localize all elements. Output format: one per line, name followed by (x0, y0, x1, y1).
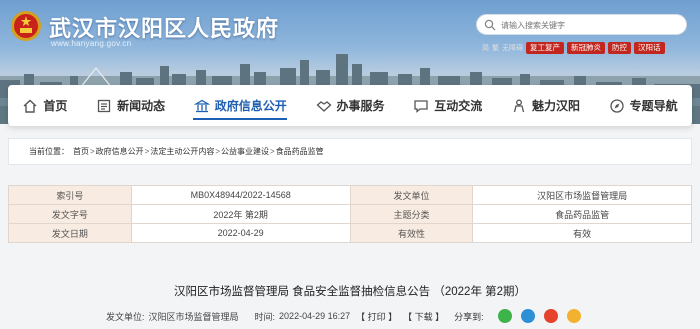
accessibility-link[interactable]: 无障碍 (502, 43, 523, 53)
person-icon (513, 99, 525, 112)
nav-label: 专题导航 (629, 99, 678, 113)
table-row: 发文字号 2022年 第2期 主题分类 食品药品监管 (8, 204, 692, 224)
quick-link-prevention[interactable]: 防控 (608, 42, 631, 54)
search-icon[interactable] (484, 19, 496, 31)
lang-traditional-link[interactable]: 繁 (492, 43, 499, 53)
nav-label: 魅力汉阳 (531, 99, 580, 113)
article-meta: 发文单位: 汉阳区市场监督管理局 时间: 2022-04-29 16:27 【 … (106, 309, 581, 323)
breadcrumb-separator: > (270, 147, 275, 156)
meta-value: 2022年 第2期 (130, 204, 351, 224)
breadcrumb: 当前位置： 首页 > 政府信息公开 > 法定主动公开内容 > 公益事业建设 > … (8, 138, 692, 165)
compass-icon (610, 98, 624, 113)
meta-value: 2022-04-29 (130, 223, 351, 243)
nav-home[interactable]: 首页 (8, 85, 82, 126)
meta-value: 汉阳区市场监督管理局 (472, 185, 692, 205)
meta-key: 索引号 (8, 185, 132, 205)
print-button[interactable]: 【 打印 】 (356, 310, 397, 323)
meta-key: 主题分类 (349, 204, 474, 224)
nav-label: 政府信息公开 (214, 99, 287, 113)
meta-value: MB0X48944/2022-14568 (130, 185, 351, 205)
breadcrumb-separator: > (215, 147, 221, 156)
breadcrumb-item[interactable]: 政府信息公开 (96, 146, 144, 157)
breadcrumb-item[interactable]: 食品药品监管 (276, 146, 324, 157)
nav-interaction[interactable]: 互动交流 (399, 85, 497, 126)
nav-label: 新闻动态 (117, 99, 166, 113)
article-title: 汉阳区市场监督管理局 食品安全监督抽检信息公告 （2022年 第2期） (173, 286, 527, 298)
main-nav: 首页 新闻动态 政府信息公开 办事服务 互动交流 魅力汉阳 专题导航 (8, 85, 692, 126)
quick-link-covid[interactable]: 新冠肺炎 (567, 42, 605, 54)
meta-key: 发文日期 (8, 223, 132, 243)
wechat-icon[interactable] (497, 309, 512, 323)
search-box[interactable] (476, 14, 687, 35)
search-input[interactable] (501, 17, 681, 33)
nav-label: 互动交流 (434, 99, 483, 113)
breadcrumb-separator: > (90, 147, 95, 156)
news-icon (97, 99, 111, 112)
download-button[interactable]: 【 下载 】 (403, 310, 444, 323)
breadcrumb-item[interactable]: 法定主动公开内容 (150, 146, 214, 157)
breadcrumb-separator: > (144, 147, 150, 156)
time-label: 时间: (254, 311, 276, 322)
quick-link-dialect[interactable]: 汉阳话 (634, 42, 665, 54)
chat-icon (414, 99, 428, 113)
meta-value: 有效 (472, 223, 692, 243)
qzone-icon[interactable] (566, 309, 581, 323)
qq-icon[interactable] (520, 309, 535, 323)
time-value: 2022-04-29 16:27 (279, 311, 351, 321)
meta-key: 发文字号 (8, 204, 132, 224)
national-emblem-icon (11, 11, 41, 41)
breadcrumb-item[interactable]: 公益事业建设 (221, 146, 269, 157)
home-icon (23, 99, 37, 113)
meta-value: 食品药品监管 (472, 204, 692, 224)
quick-links: 简 繁 无障碍 复工复产 新冠肺炎 防控 汉阳话 (482, 42, 665, 54)
nav-services[interactable]: 办事服务 (301, 85, 399, 126)
nav-label: 首页 (43, 99, 68, 113)
unit-value: 汉阳区市场监督管理局 (148, 311, 239, 322)
unit-label: 发文单位: (106, 311, 145, 322)
site-url: www.hanyang.gov.cn (51, 39, 132, 48)
share-label: 分享到: (454, 311, 484, 322)
weibo-icon[interactable] (543, 309, 558, 323)
meta-key: 有效性 (349, 223, 474, 243)
share-icons (497, 309, 581, 323)
document-meta-table: 索引号 MB0X48944/2022-14568 发文单位 汉阳区市场监督管理局… (8, 185, 692, 243)
nav-topics[interactable]: 专题导航 (594, 85, 692, 126)
meta-key: 发文单位 (349, 185, 474, 205)
nav-label: 办事服务 (336, 99, 385, 113)
lang-simplified-link[interactable]: 简 (482, 43, 489, 53)
table-row: 发文日期 2022-04-29 有效性 有效 (8, 223, 692, 243)
handshake-icon (316, 100, 331, 112)
quick-link-resume-work[interactable]: 复工复产 (526, 42, 564, 54)
building-icon (193, 99, 210, 112)
nav-gov-info[interactable]: 政府信息公开 (179, 85, 301, 126)
nav-news[interactable]: 新闻动态 (82, 85, 180, 126)
nav-charm-hanyang[interactable]: 魅力汉阳 (497, 85, 595, 126)
breadcrumb-label: 当前位置： (29, 147, 69, 156)
breadcrumb-item[interactable]: 首页 (73, 146, 89, 157)
table-row: 索引号 MB0X48944/2022-14568 发文单位 汉阳区市场监督管理局 (8, 185, 692, 205)
